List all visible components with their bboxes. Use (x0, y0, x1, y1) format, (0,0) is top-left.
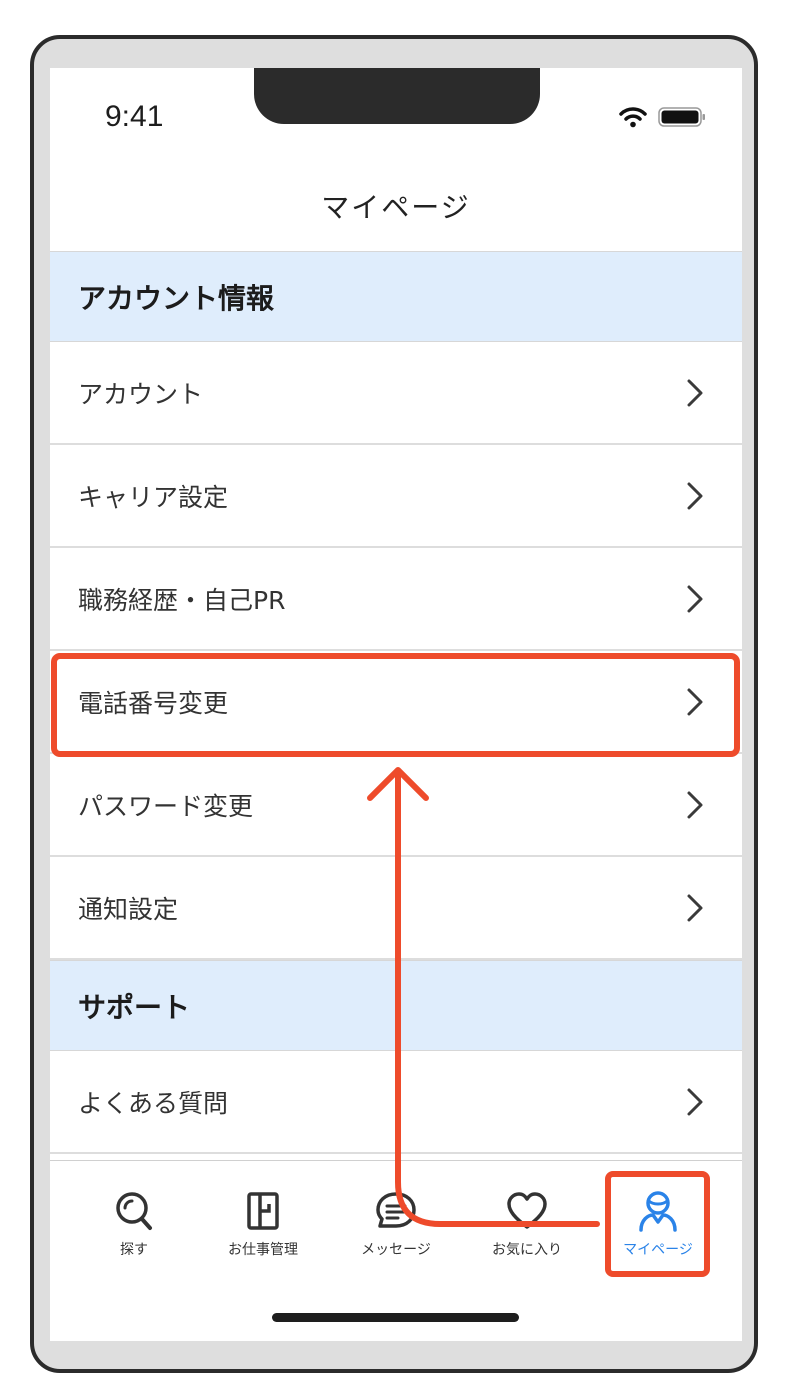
chevron-right-icon (687, 791, 703, 818)
door-icon (247, 1192, 279, 1230)
wifi-icon (619, 107, 647, 128)
tab-search[interactable]: 探す (74, 1189, 194, 1259)
message-icon (376, 1192, 416, 1228)
section-header-account-info: アカウント情報 (50, 251, 742, 342)
list-item-label: 通知設定 (78, 894, 179, 924)
section-header-support: サポート (50, 960, 742, 1051)
notch (254, 68, 540, 124)
heart-icon (507, 1192, 547, 1229)
list-item-label: 職務経歴・自己PR (78, 585, 286, 615)
tab-favorites[interactable]: お気に入り (467, 1189, 587, 1259)
chevron-right-icon (687, 1088, 703, 1115)
list-item-label: アカウント (78, 379, 204, 409)
list-item-career-settings[interactable]: キャリア設定 (50, 445, 742, 548)
list-item-account[interactable]: アカウント (50, 342, 742, 445)
list-item-notification-settings[interactable]: 通知設定 (50, 857, 742, 960)
tab-label: お仕事管理 (228, 1242, 298, 1258)
tab-label: 探す (120, 1242, 148, 1258)
tab-messages[interactable]: メッセージ (336, 1189, 456, 1259)
tab-label: メッセージ (361, 1242, 431, 1258)
list-item-faq[interactable]: よくある質問 (50, 1051, 742, 1154)
list-item-label: キャリア設定 (78, 482, 229, 512)
highlight-box-mypage-tab (605, 1171, 710, 1277)
tab-job-management[interactable]: お仕事管理 (203, 1189, 323, 1259)
status-time: 9:41 (105, 100, 164, 133)
chevron-right-icon (687, 585, 703, 612)
chevron-right-icon (687, 379, 703, 406)
chevron-right-icon (687, 894, 703, 921)
list-item-work-history[interactable]: 職務経歴・自己PR (50, 548, 742, 651)
search-icon (116, 1192, 152, 1230)
tab-label: お気に入り (492, 1242, 562, 1258)
highlight-box-phone-number-change (51, 653, 740, 757)
battery-icon (658, 107, 705, 127)
status-icons (618, 106, 706, 128)
list-item-label: よくある質問 (78, 1088, 229, 1118)
page-title: マイページ (321, 191, 471, 224)
chevron-right-icon (687, 482, 703, 509)
list-item-password-change[interactable]: パスワード変更 (50, 754, 742, 857)
list-item-label: パスワード変更 (78, 791, 254, 821)
home-indicator (272, 1313, 519, 1322)
